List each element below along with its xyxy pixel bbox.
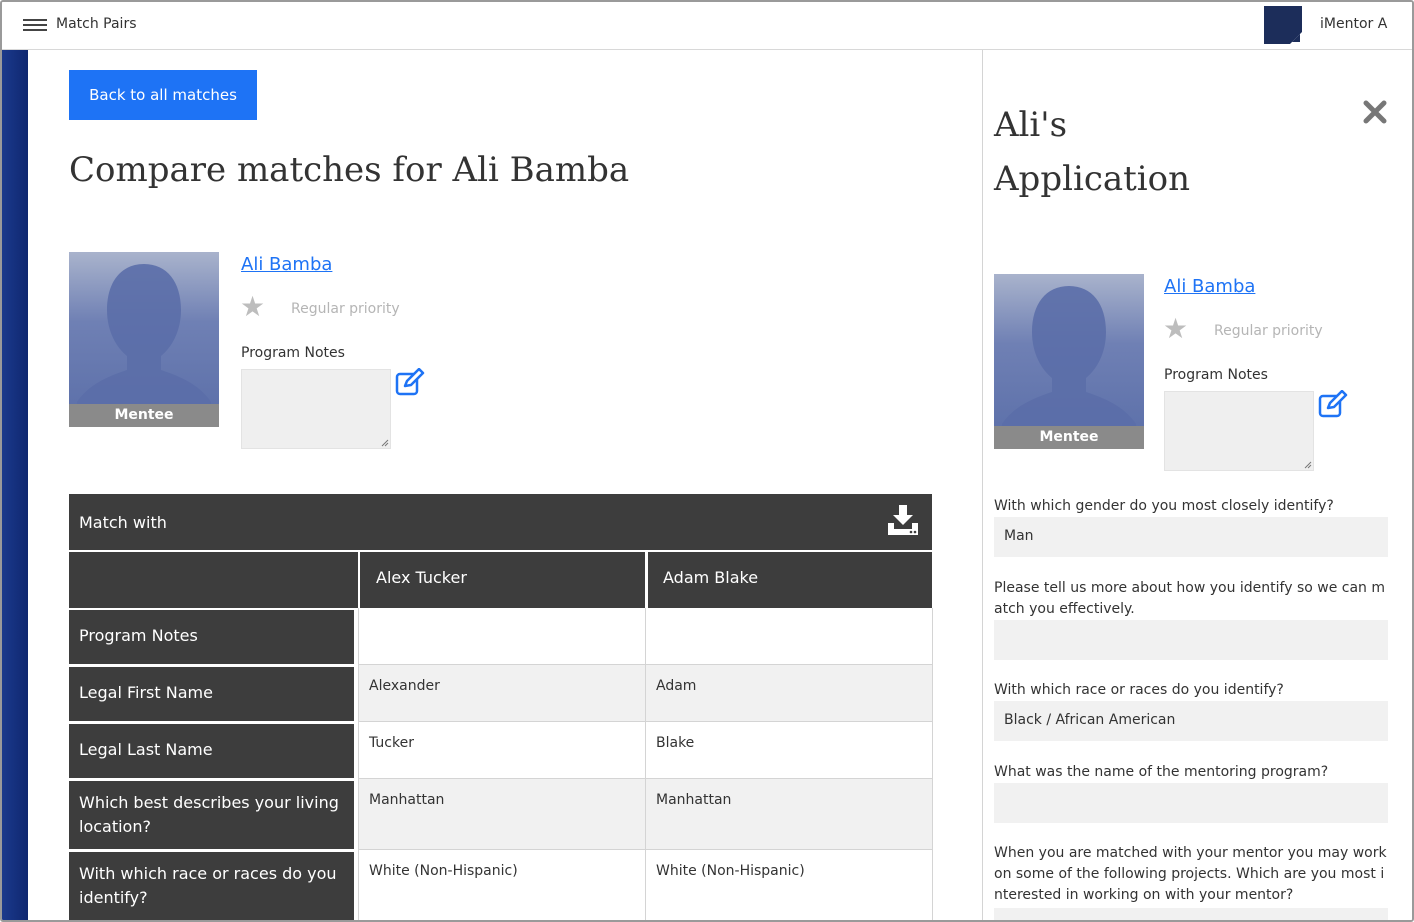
table-cell: Manhattan <box>646 779 933 850</box>
star-icon[interactable]: ★ <box>240 293 266 321</box>
column-header-alex-tucker: Alex Tucker <box>360 552 645 608</box>
topbar-title: Match Pairs <box>56 16 137 32</box>
app-frame: Match Pairs iMentor A Back to all matche… <box>0 0 1414 922</box>
star-icon[interactable]: ★ <box>1163 315 1189 343</box>
program-notes-label: Program Notes <box>241 345 345 361</box>
row-label: With which race or races do you identify… <box>69 850 354 920</box>
answer-field <box>994 908 1388 920</box>
main-content: Back to all matches Compare matches for … <box>28 50 982 920</box>
panel-program-notes-textarea[interactable] <box>1164 391 1314 471</box>
page-title: Compare matches for Ali Bamba <box>69 150 630 190</box>
answer-field <box>994 620 1388 660</box>
table-cell: Alexander <box>358 665 646 722</box>
answer-field: Black / African American <box>994 701 1388 741</box>
edit-icon[interactable] <box>1318 390 1348 418</box>
match-with-header: Match with <box>69 494 932 550</box>
table-cell: Adam <box>646 665 933 722</box>
question-label: What was the name of the mentoring progr… <box>994 764 1329 780</box>
back-to-matches-button[interactable]: Back to all matches <box>69 70 257 120</box>
table-cell: White (Non-Hispanic) <box>358 850 646 920</box>
panel-avatar-role-label: Mentee <box>994 426 1144 449</box>
row-label: Program Notes <box>69 608 354 664</box>
close-icon[interactable] <box>1363 100 1387 124</box>
left-accent-bar <box>2 50 28 920</box>
profile-name-link[interactable]: Ali Bamba <box>241 254 332 275</box>
application-panel: Ali's Application Mentee Ali Bamba ★ Reg… <box>982 50 1412 920</box>
panel-program-notes-label: Program Notes <box>1164 367 1268 383</box>
question-label: With which race or races do you identify… <box>994 682 1284 698</box>
table-cell: Blake <box>646 722 933 779</box>
panel-priority-label: Regular priority <box>1214 323 1323 339</box>
answer-field <box>994 783 1388 823</box>
top-bar: Match Pairs iMentor A <box>2 2 1412 50</box>
avatar-role-label: Mentee <box>69 404 219 427</box>
table-cell: Manhattan <box>358 779 646 850</box>
row-label: Which best describes your living locatio… <box>69 779 354 849</box>
table-cell: White (Non-Hispanic) <box>646 850 933 920</box>
column-header-adam-blake: Adam Blake <box>648 552 932 608</box>
panel-title: Ali's Application <box>994 105 1191 199</box>
table-cell <box>358 608 646 665</box>
question-label: Please tell us more about how you identi… <box>994 580 1386 617</box>
priority-label: Regular priority <box>291 301 400 317</box>
answer-field: Man <box>994 517 1388 557</box>
program-notes-textarea[interactable] <box>241 369 391 449</box>
avatar: Mentee <box>69 252 219 427</box>
hamburger-icon[interactable] <box>23 19 47 33</box>
row-label: Legal First Name <box>69 665 354 721</box>
question-label: With which gender do you most closely id… <box>994 498 1334 514</box>
table-cell: Tucker <box>358 722 646 779</box>
user-logo-icon[interactable] <box>1264 6 1302 44</box>
download-icon[interactable] <box>887 505 919 535</box>
match-with-label: Match with <box>79 513 167 532</box>
edit-icon[interactable] <box>395 368 425 396</box>
row-label: Legal Last Name <box>69 722 354 778</box>
table-cell <box>646 608 933 665</box>
compare-corner-cell <box>69 552 358 608</box>
panel-profile-name-link[interactable]: Ali Bamba <box>1164 276 1255 297</box>
question-label: When you are matched with your mentor yo… <box>994 845 1387 903</box>
user-name[interactable]: iMentor A <box>1320 16 1387 32</box>
panel-avatar: Mentee <box>994 274 1144 449</box>
